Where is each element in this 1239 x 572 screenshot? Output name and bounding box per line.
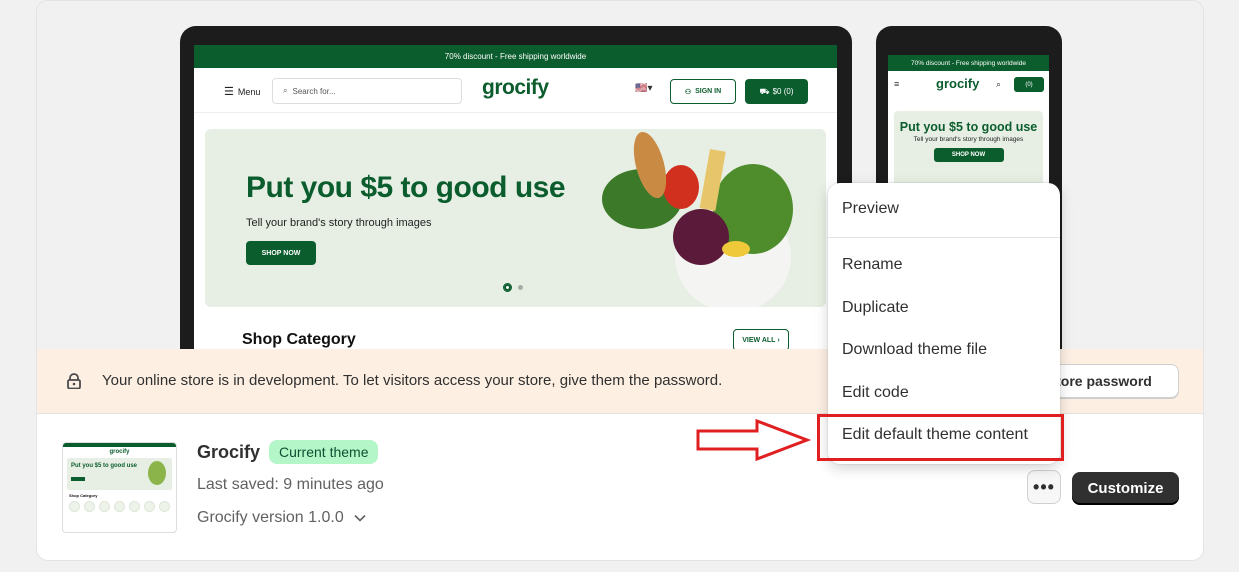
mobile-shop-now-button: SHOP NOW — [933, 148, 1004, 162]
hero-shop-now-button: SHOP NOW — [246, 241, 316, 265]
customize-button[interactable]: Customize — [1072, 472, 1179, 505]
announcement-bar: 70% discount - Free shipping worldwide — [194, 45, 837, 68]
store-menu-button: ☰ Menu — [224, 85, 260, 98]
mobile-announcement-bar: 70% discount - Free shipping worldwide — [888, 55, 1049, 71]
menu-item-rename[interactable]: Rename — [842, 256, 902, 274]
search-icon: ⌕ — [996, 79, 1002, 89]
view-all-button: VIEW ALL › — [733, 329, 789, 349]
hamburger-icon: ≡ — [894, 79, 900, 89]
mobile-hero-subtitle: Tell your brand's story through images — [913, 136, 1024, 143]
annotation-highlight-box — [817, 414, 1064, 461]
store-header: ☰ Menu ⌕ Search for... grocify 🇺🇸▾ ⚇ SIG… — [194, 68, 837, 113]
mobile-header: ≡ grocify ⌕ (0) — [888, 71, 1049, 99]
lock-icon — [67, 373, 81, 389]
menu-item-edit-code[interactable]: Edit code — [842, 384, 909, 402]
store-search: ⌕ Search for... — [272, 78, 462, 104]
store-hero-banner: Put you $5 to good use Tell your brand's… — [205, 129, 826, 307]
menu-item-download-theme-file[interactable]: Download theme file — [842, 341, 987, 359]
mobile-hero-title: Put you $5 to good use — [899, 120, 1038, 134]
theme-thumbnail: grocify Put you $5 to good use Shop Cate… — [62, 442, 177, 533]
store-signin-label: SIGN IN — [695, 88, 722, 95]
chevron-down-icon — [354, 514, 366, 522]
hero-subtitle: Tell your brand's story through images — [246, 217, 432, 229]
desktop-preview-screen: 70% discount - Free shipping worldwide ☰… — [194, 45, 837, 349]
carousel-dots — [503, 283, 523, 292]
store-logo: grocify — [482, 76, 549, 99]
desktop-preview-frame: 70% discount - Free shipping worldwide ☰… — [180, 26, 852, 349]
shop-category-title: Shop Category — [242, 331, 356, 348]
hamburger-icon: ☰ — [224, 86, 234, 98]
store-menu-label: Menu — [237, 86, 261, 97]
hero-title: Put you $5 to good use — [246, 171, 566, 204]
red-arrow-icon — [696, 418, 812, 462]
theme-version-dropdown[interactable]: Grocify version 1.0.0 — [197, 509, 366, 527]
theme-version-label: Grocify version 1.0.0 — [197, 509, 344, 526]
ellipsis-icon: ••• — [1033, 476, 1055, 497]
store-signin-button: ⚇ SIGN IN — [670, 79, 736, 104]
more-actions-button[interactable]: ••• — [1027, 470, 1061, 504]
development-banner-message: Your online store is in development. To … — [102, 372, 723, 389]
store-search-placeholder: Search for... — [292, 86, 336, 96]
search-icon: ⌕ — [283, 86, 288, 95]
last-saved-text: Last saved: 9 minutes ago — [197, 476, 384, 493]
current-theme-badge: Current theme — [269, 440, 379, 464]
mobile-logo: grocify — [936, 76, 980, 91]
us-flag-icon: 🇺🇸▾ — [635, 83, 653, 94]
menu-divider — [828, 237, 1060, 238]
bag-icon: ⛟ — [759, 86, 770, 96]
theme-name: Grocify — [197, 442, 261, 462]
menu-item-preview[interactable]: Preview — [842, 200, 899, 218]
user-icon: ⚇ — [684, 88, 692, 96]
mobile-cart-button: (0) — [1014, 77, 1044, 92]
store-cart-label: $0 (0) — [772, 87, 794, 96]
store-cart-button: ⛟ $0 (0) — [745, 79, 808, 104]
menu-item-duplicate[interactable]: Duplicate — [842, 299, 909, 317]
